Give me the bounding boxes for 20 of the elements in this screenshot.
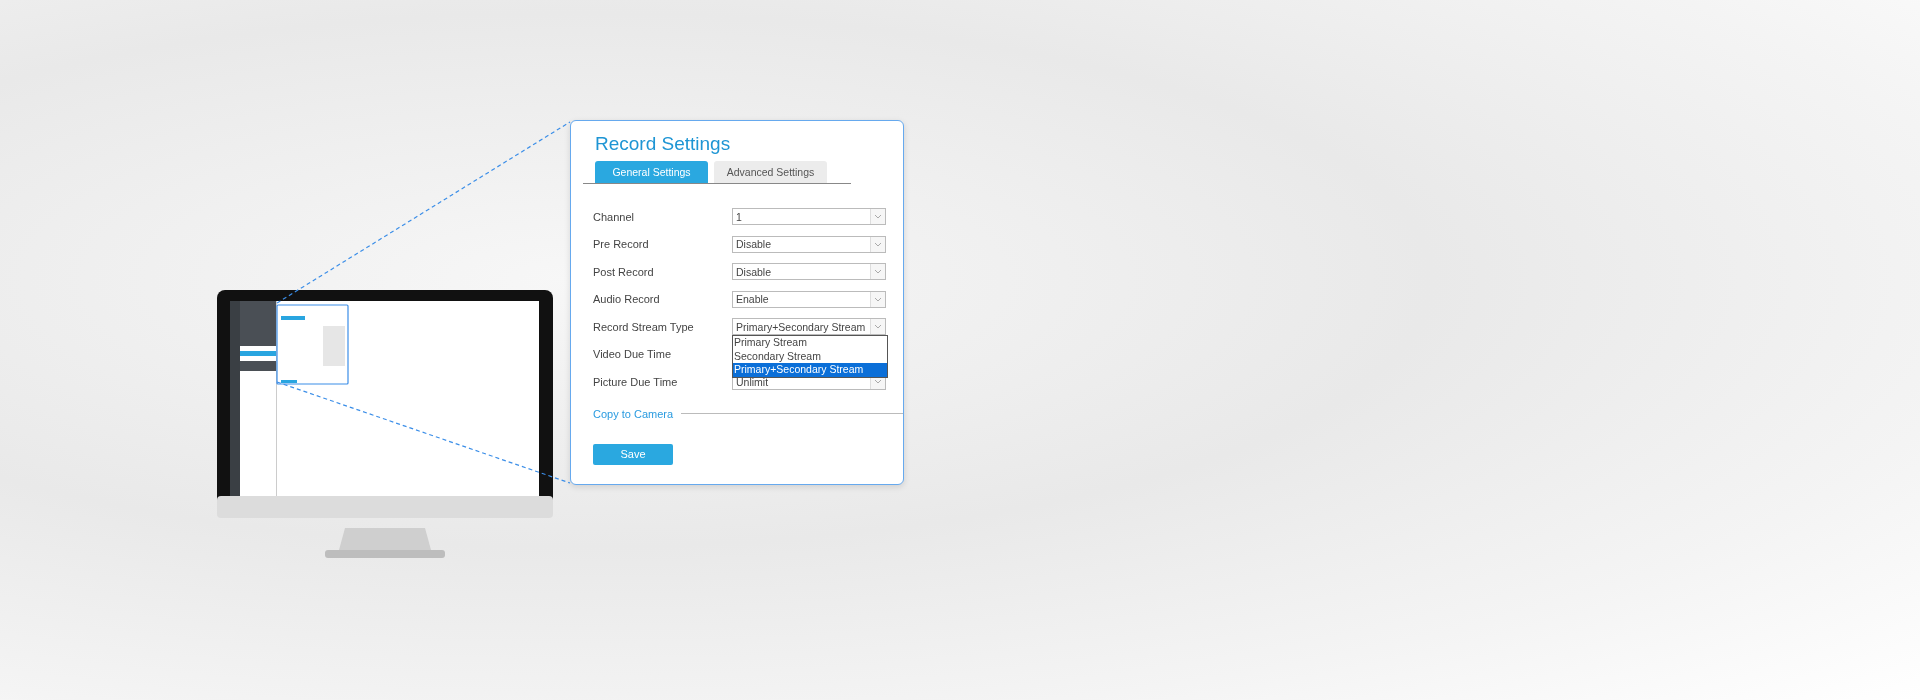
select-field[interactable]: Disable — [732, 263, 886, 281]
field-label: Post Record — [593, 265, 655, 278]
select-field[interactable]: 1 — [732, 208, 886, 226]
panel-title: Record Settings — [595, 133, 731, 155]
field-label: Audio Record — [593, 293, 661, 306]
chevron-icon — [870, 209, 885, 225]
field-label: Record Stream Type — [593, 320, 695, 333]
dropdown-option[interactable]: Primary Stream — [733, 336, 887, 350]
select-field[interactable]: Disable — [732, 235, 886, 253]
chevron-icon — [870, 291, 885, 307]
tab[interactable]: Advanced Settings — [714, 161, 827, 183]
field-label: Video Due Time — [593, 348, 673, 361]
field-label: Picture Due Time — [593, 375, 679, 388]
dropdown-option[interactable]: Primary+Secondary Stream — [733, 363, 887, 377]
chevron-icon — [870, 236, 885, 252]
field-label: Pre Record — [593, 238, 650, 251]
dropdown-option[interactable]: Secondary Stream — [733, 349, 887, 364]
field-label: Channel — [593, 210, 635, 223]
select-field[interactable]: Enable — [732, 290, 886, 308]
chevron-icon — [870, 264, 885, 280]
